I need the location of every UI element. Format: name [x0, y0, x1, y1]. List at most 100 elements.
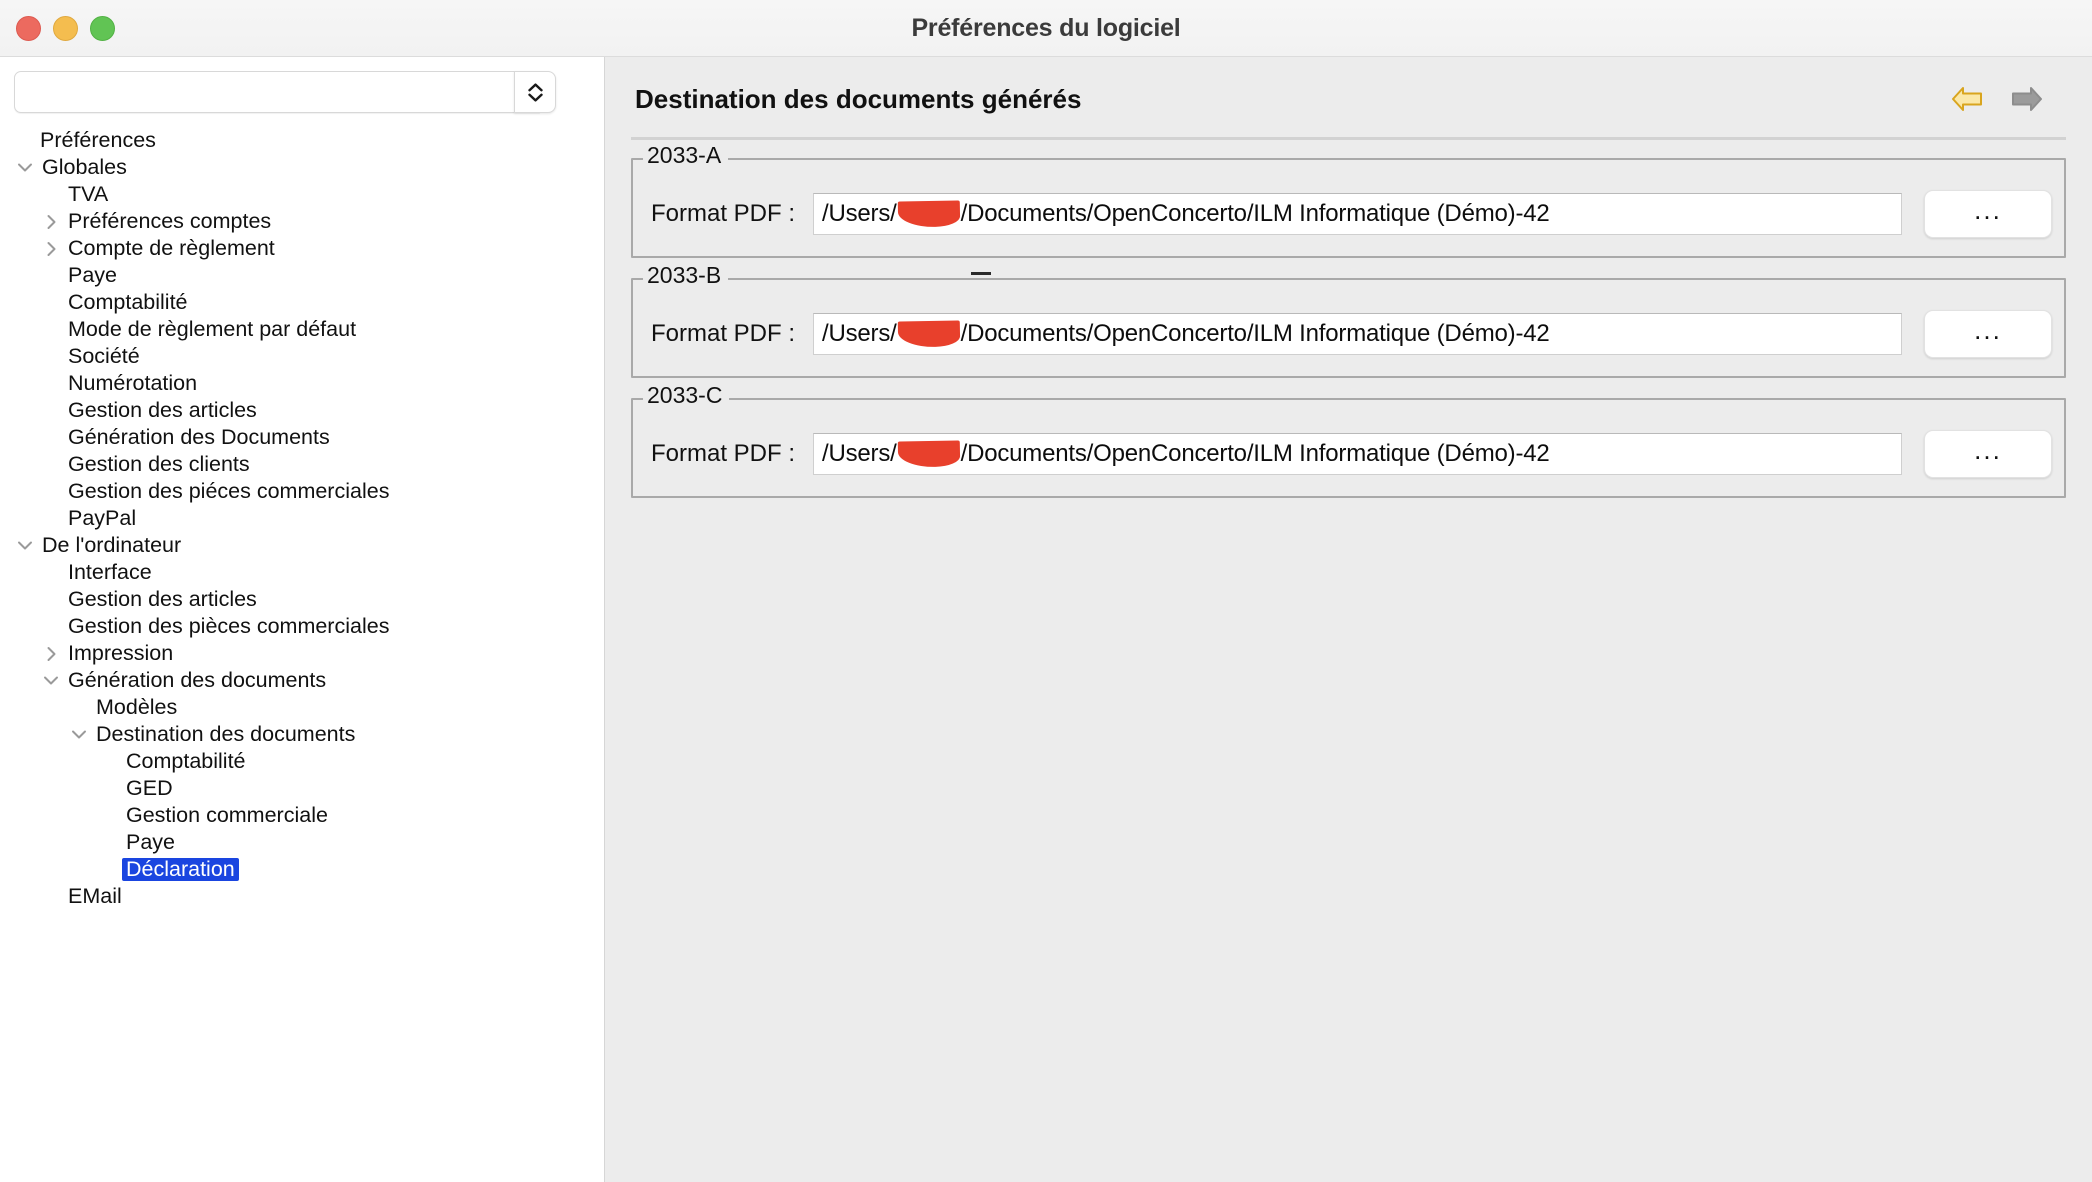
tree-item-pr-f-rences[interactable]: Préférences: [0, 127, 604, 154]
group-2033-c: 2033-C Format PDF : /Users/ /Documents/Open…: [631, 384, 2066, 498]
tree-item-label: TVA: [68, 181, 109, 206]
group-legend: 2033-B: [643, 264, 729, 287]
chevron-down-icon[interactable]: [12, 162, 38, 173]
tree-item-impression[interactable]: Impression: [0, 640, 604, 667]
browse-button[interactable]: ...: [1924, 430, 2052, 478]
tree-item-paye[interactable]: Paye: [0, 829, 604, 856]
chevron-down-icon[interactable]: [38, 675, 64, 686]
maximize-button[interactable]: [90, 16, 115, 41]
chevron-right-icon[interactable]: [38, 241, 64, 257]
tree-item-label: Gestion des clients: [68, 451, 250, 476]
tree-item-gestion-des-pi-ces-commerciales[interactable]: Gestion des pièces commerciales: [0, 613, 604, 640]
tree-item-pr-f-rences-comptes[interactable]: Préférences comptes: [0, 208, 604, 235]
preferences-tree[interactable]: Préférences Globales TVA Préférences compte…: [0, 127, 604, 910]
path-prefix: /Users/: [822, 200, 897, 227]
redaction-mark: [897, 440, 960, 468]
path-prefix: /Users/: [822, 320, 897, 347]
page-title: Destination des documents générés: [635, 83, 1082, 114]
tree-item-mode-de-r-glement-par-d-faut[interactable]: Mode de règlement par défaut: [0, 316, 604, 343]
tree-item-label: Modèles: [96, 694, 178, 719]
search-combobox[interactable]: [14, 71, 590, 113]
tree-item-mod-les[interactable]: Modèles: [0, 694, 604, 721]
destination-path-input[interactable]: /Users/ /Documents/OpenConcerto/ILM Infor…: [813, 313, 1902, 355]
tree-item-g-n-ration-des-documents[interactable]: Génération des Documents: [0, 424, 604, 451]
tree-item-gestion-des-articles[interactable]: Gestion des articles: [0, 397, 604, 424]
tree-item-comptabilit[interactable]: Comptabilité: [0, 289, 604, 316]
destination-row: Format PDF : /Users/ /Documents/OpenConcer…: [645, 190, 2052, 238]
tree-item-gestion-des-clients[interactable]: Gestion des clients: [0, 451, 604, 478]
chevron-right-icon[interactable]: [38, 646, 64, 662]
search-stepper[interactable]: [514, 71, 556, 113]
tree-item-gestion-des-articles[interactable]: Gestion des articles: [0, 586, 604, 613]
tree-item-label: Gestion des articles: [68, 397, 257, 422]
group-2033-b: 2033-B Format PDF : /Users/ /Documents/Open…: [631, 264, 2066, 378]
stray-dash-artifact: [971, 272, 991, 275]
tree-item-label: Impression: [68, 640, 174, 665]
main-panel: Destination des documents générés 2033-A…: [605, 57, 2092, 1182]
tree-item-label: Gestion commerciale: [126, 802, 328, 827]
tree-item-soci-t[interactable]: Société: [0, 343, 604, 370]
tree-item-paye[interactable]: Paye: [0, 262, 604, 289]
path-suffix: /Documents/OpenConcerto/ILM Informatique…: [960, 320, 1550, 347]
tree-item-comptabilit[interactable]: Comptabilité: [0, 748, 604, 775]
navigation-buttons: [1950, 84, 2062, 114]
tree-item-de-l-ordinateur[interactable]: De l'ordinateur: [0, 532, 604, 559]
destination-row: Format PDF : /Users/ /Documents/OpenConcer…: [645, 310, 2052, 358]
tree-item-interface[interactable]: Interface: [0, 559, 604, 586]
chevron-down-icon[interactable]: [12, 540, 38, 551]
tree-item-label: Génération des documents: [68, 667, 327, 692]
format-pdf-label: Format PDF :: [651, 320, 796, 347]
tree-item-label: De l'ordinateur: [42, 532, 182, 557]
tree-item-destination-des-documents[interactable]: Destination des documents: [0, 721, 604, 748]
tree-item-d-claration[interactable]: Déclaration: [0, 856, 604, 883]
search-input[interactable]: [15, 72, 539, 112]
format-pdf-label: Format PDF :: [651, 440, 796, 467]
tree-item-num-rotation[interactable]: Numérotation: [0, 370, 604, 397]
group-legend: 2033-A: [643, 144, 729, 167]
destination-path-input[interactable]: /Users/ /Documents/OpenConcerto/ILM Infor…: [813, 433, 1902, 475]
tree-item-label: Destination des documents: [96, 721, 356, 746]
window-title: Préférences du logiciel: [911, 13, 1181, 42]
tree-item-ged[interactable]: GED: [0, 775, 604, 802]
tree-item-label: Paye: [68, 262, 118, 287]
tree-item-label: Numérotation: [68, 370, 198, 395]
path-prefix: /Users/: [822, 440, 897, 467]
tree-item-label: Gestion des pièces commerciales: [68, 613, 390, 638]
chevron-down-icon[interactable]: [66, 729, 92, 740]
tree-item-label: GED: [126, 775, 173, 800]
chevron-right-icon[interactable]: [38, 214, 64, 230]
preferences-sidebar: Préférences Globales TVA Préférences compte…: [0, 57, 605, 1182]
tree-item-paypal[interactable]: PayPal: [0, 505, 604, 532]
tree-item-gestion-des-pi-ces-commerciales[interactable]: Gestion des piéces commerciales: [0, 478, 604, 505]
redaction-mark: [897, 320, 960, 348]
arrow-left-icon[interactable]: [1950, 84, 1984, 114]
redaction-mark: [897, 200, 960, 228]
browse-button[interactable]: ...: [1924, 310, 2052, 358]
tree-item-globales[interactable]: Globales: [0, 154, 604, 181]
arrow-right-icon[interactable]: [2010, 84, 2044, 114]
tree-item-label: Gestion des piéces commerciales: [68, 478, 390, 503]
destination-groups: 2033-A Format PDF : /Users/ /Documents/Open…: [605, 140, 2092, 498]
tree-item-compte-de-r-glement[interactable]: Compte de règlement: [0, 235, 604, 262]
tree-item-tva[interactable]: TVA: [0, 181, 604, 208]
destination-path-input[interactable]: /Users/ /Documents/OpenConcerto/ILM Infor…: [813, 193, 1902, 235]
panel-header: Destination des documents générés: [605, 57, 2092, 119]
group-2033-a: 2033-A Format PDF : /Users/ /Documents/Open…: [631, 144, 2066, 258]
browse-button[interactable]: ...: [1924, 190, 2052, 238]
tree-item-label: EMail: [68, 883, 122, 908]
tree-item-label: Compte de règlement: [68, 235, 275, 260]
tree-item-email[interactable]: EMail: [0, 883, 604, 910]
close-button[interactable]: [16, 16, 41, 41]
group-legend: 2033-C: [643, 384, 730, 407]
minimize-button[interactable]: [53, 16, 78, 41]
tree-item-label: Préférences: [40, 127, 156, 152]
path-suffix: /Documents/OpenConcerto/ILM Informatique…: [960, 440, 1550, 467]
tree-item-gestion-commerciale[interactable]: Gestion commerciale: [0, 802, 604, 829]
search-field[interactable]: [14, 71, 540, 113]
chevron-down-icon: [527, 93, 543, 102]
tree-item-label: Société: [68, 343, 140, 368]
tree-item-label: Globales: [42, 154, 127, 179]
window-titlebar: Préférences du logiciel: [0, 0, 2092, 57]
tree-item-label: Comptabilité: [126, 748, 246, 773]
tree-item-g-n-ration-des-documents[interactable]: Génération des documents: [0, 667, 604, 694]
